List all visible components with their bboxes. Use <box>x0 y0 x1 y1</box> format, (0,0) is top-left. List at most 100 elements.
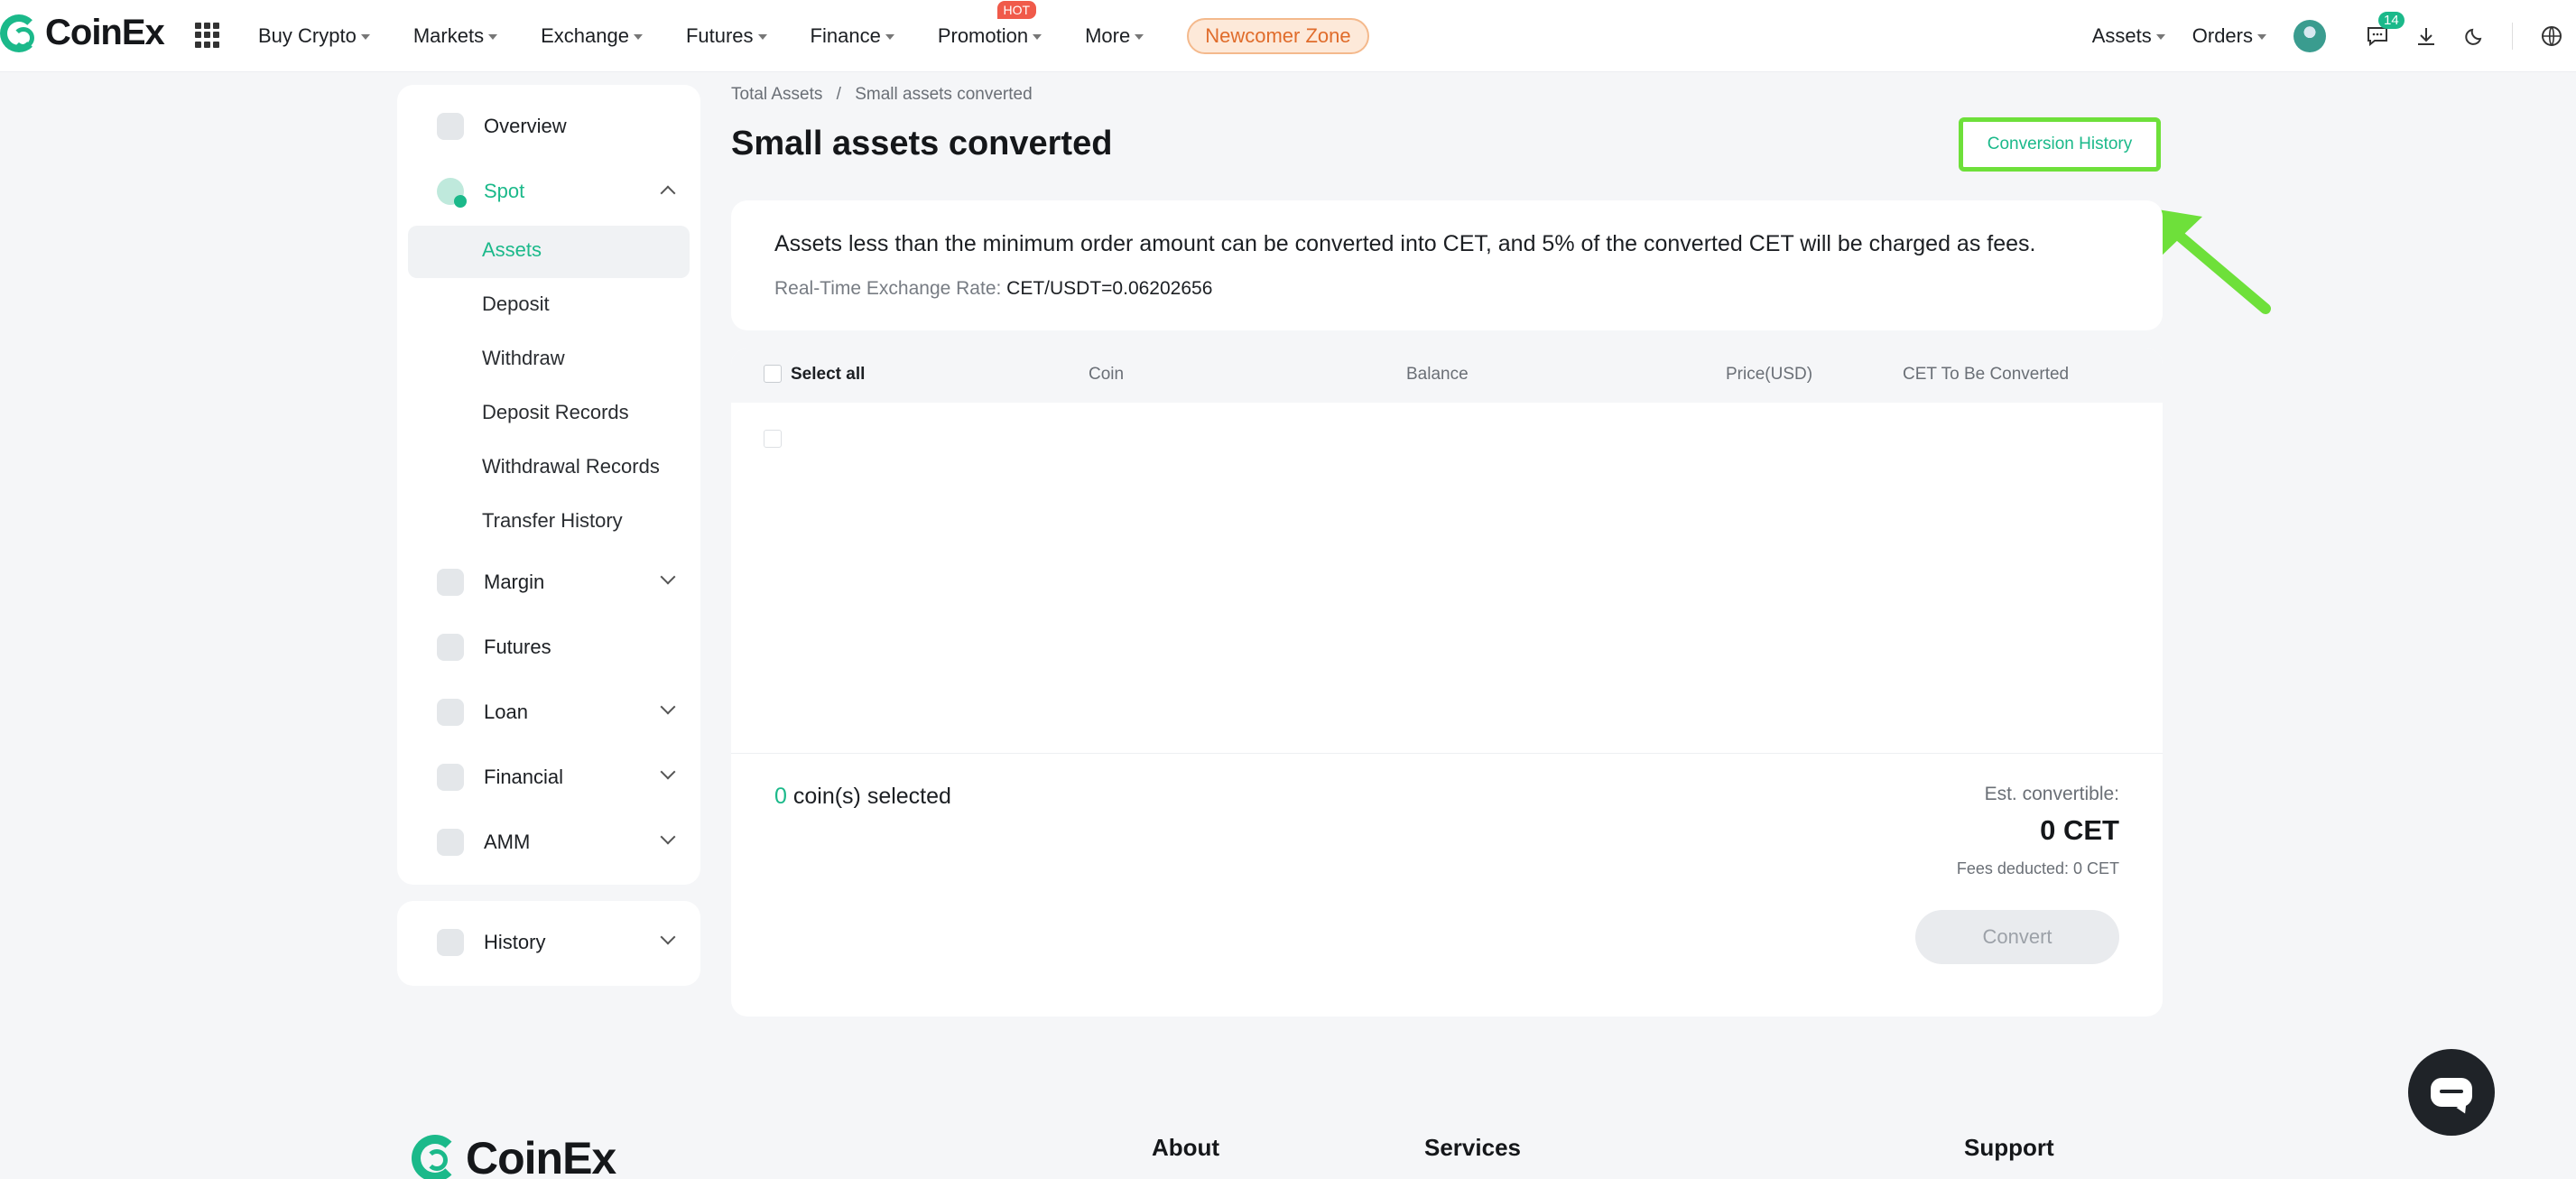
nav-label: Buy Crypto <box>258 24 357 47</box>
sidebar-item-amm[interactable]: AMM <box>437 824 681 860</box>
nav-markets[interactable]: Markets <box>413 24 498 48</box>
sidebar-item-overview[interactable]: Overview <box>437 108 681 144</box>
breadcrumb-separator: / <box>836 85 841 104</box>
nav-label: Promotion <box>937 24 1029 47</box>
active-item-highlight <box>408 226 690 278</box>
chevron-down-icon <box>660 699 676 715</box>
margin-icon <box>437 569 464 596</box>
column-cet-to-convert: CET To Be Converted <box>1903 365 2070 384</box>
sidebar-item-history[interactable]: History <box>437 924 681 961</box>
download-icon[interactable] <box>2414 24 2438 48</box>
coinex-logo[interactable]: CoinEx <box>0 13 165 53</box>
footer-about: About <box>1152 1134 1220 1161</box>
exchange-rate: Real-Time Exchange Rate: CET/USDT=0.0620… <box>774 278 1213 299</box>
coinex-logo-icon <box>0 14 38 52</box>
hot-badge: HOT <box>996 1 1037 19</box>
sidebar-item-margin[interactable]: Margin <box>437 564 681 600</box>
convert-button[interactable]: Convert <box>1915 910 2119 964</box>
sidebar-item-label: Overview <box>484 115 567 137</box>
est-convertible-value: 0 CET <box>2040 814 2119 846</box>
nav-label: Finance <box>810 24 881 47</box>
nav-label: Futures <box>685 24 754 47</box>
chevron-down-icon <box>660 929 676 945</box>
support-chat-button[interactable] <box>2408 1049 2495 1136</box>
sidebar-item-label: Loan <box>484 701 528 723</box>
caret-down-icon <box>757 34 767 40</box>
footer-logo-text: CoinEx <box>466 1133 616 1179</box>
caret-down-icon <box>1135 34 1144 40</box>
futures-icon <box>437 634 464 661</box>
coinex-logo-icon <box>412 1135 459 1179</box>
nav-more[interactable]: More <box>1085 24 1144 48</box>
sidebar-item-label: Financial <box>484 766 564 788</box>
dark-mode-moon-icon[interactable] <box>2463 24 2487 48</box>
chevron-up-icon <box>660 185 676 201</box>
column-balance: Balance <box>1406 365 1469 384</box>
exchange-rate-label: Real-Time Exchange Rate <box>774 278 996 299</box>
sidebar-item-label: Futures <box>484 636 551 658</box>
nav-finance[interactable]: Finance <box>811 24 894 48</box>
footer-logo[interactable]: CoinEx <box>412 1132 616 1179</box>
caret-down-icon <box>633 34 643 40</box>
caret-down-icon <box>360 34 370 40</box>
sidebar-sub-assets[interactable]: Assets <box>482 238 542 262</box>
caret-down-icon <box>885 34 894 40</box>
apps-grid-icon[interactable] <box>195 23 220 48</box>
column-price: Price(USD) <box>1726 365 1813 384</box>
sidebar-sub-deposit-records[interactable]: Deposit Records <box>482 401 629 424</box>
spot-icon <box>437 178 467 208</box>
amm-icon <box>437 829 464 856</box>
exchange-rate-value: CET/USDT=0.06202656 <box>1006 278 1213 299</box>
page-title: Small assets converted <box>731 125 1113 162</box>
nav-futures[interactable]: Futures <box>686 24 767 48</box>
sidebar-item-label: Spot <box>484 180 525 202</box>
overview-icon <box>437 113 464 140</box>
history-icon <box>437 929 464 956</box>
user-avatar[interactable] <box>2293 20 2326 52</box>
selected-count: 0 coin(s) selected <box>774 784 951 810</box>
conversion-history-button[interactable]: Conversion History <box>1959 117 2161 172</box>
newcomer-zone-button[interactable]: Newcomer Zone <box>1187 18 1369 54</box>
sidebar-item-futures[interactable]: Futures <box>437 629 681 665</box>
breadcrumb: Total Assets / Small assets converted <box>731 85 1033 105</box>
history-sidebar-card: History <box>397 901 700 986</box>
nav-promotion[interactable]: Promotion HOT <box>937 1 1042 48</box>
message-count-badge: 14 <box>2378 12 2405 29</box>
conversion-notice: Assets less than the minimum order amoun… <box>774 231 2036 256</box>
sidebar-item-label: History <box>484 931 546 953</box>
footer-support: Support <box>1964 1134 2054 1161</box>
nav-assets[interactable]: Assets <box>2092 24 2165 48</box>
assets-sidebar: Overview Spot Assets Deposit Withdraw De… <box>397 85 700 885</box>
chevron-down-icon <box>660 569 676 585</box>
loan-icon <box>437 699 464 726</box>
caret-down-icon <box>1033 34 1042 40</box>
sidebar-sub-transfer-history[interactable]: Transfer History <box>482 509 623 533</box>
sidebar-item-label: AMM <box>484 831 531 853</box>
nav-orders[interactable]: Orders <box>2192 24 2266 48</box>
info-card: Assets less than the minimum order amoun… <box>731 200 2163 330</box>
language-globe-icon[interactable] <box>2540 24 2563 48</box>
selected-count-number: 0 <box>774 784 787 809</box>
sidebar-item-financial[interactable]: Financial <box>437 759 681 795</box>
caret-down-icon <box>488 34 498 40</box>
logo-text: CoinEx <box>45 13 165 52</box>
financial-icon <box>437 764 464 791</box>
nav-exchange[interactable]: Exchange <box>541 24 643 48</box>
select-all-label[interactable]: Select all <box>791 365 865 385</box>
sidebar-item-spot[interactable]: Spot <box>437 173 681 209</box>
nav-label: More <box>1085 24 1131 47</box>
sidebar-sub-deposit[interactable]: Deposit <box>482 292 550 316</box>
caret-down-icon <box>2155 34 2165 40</box>
chevron-down-icon <box>660 829 676 845</box>
nav-buy-crypto[interactable]: Buy Crypto <box>258 24 370 48</box>
top-navbar: CoinEx Buy Crypto Markets Exchange Futur… <box>0 0 2576 72</box>
row-checkbox[interactable] <box>764 430 782 448</box>
select-all-checkbox[interactable] <box>764 365 782 383</box>
table-header: Select all Coin Balance Price(USD) CET T… <box>731 348 2163 403</box>
breadcrumb-total-assets[interactable]: Total Assets <box>731 85 822 104</box>
sidebar-item-loan[interactable]: Loan <box>437 694 681 730</box>
nav-label: Exchange <box>541 24 629 47</box>
message-icon[interactable]: 14 <box>2366 12 2405 48</box>
sidebar-sub-withdrawal-records[interactable]: Withdrawal Records <box>482 455 660 478</box>
sidebar-sub-withdraw[interactable]: Withdraw <box>482 347 565 370</box>
